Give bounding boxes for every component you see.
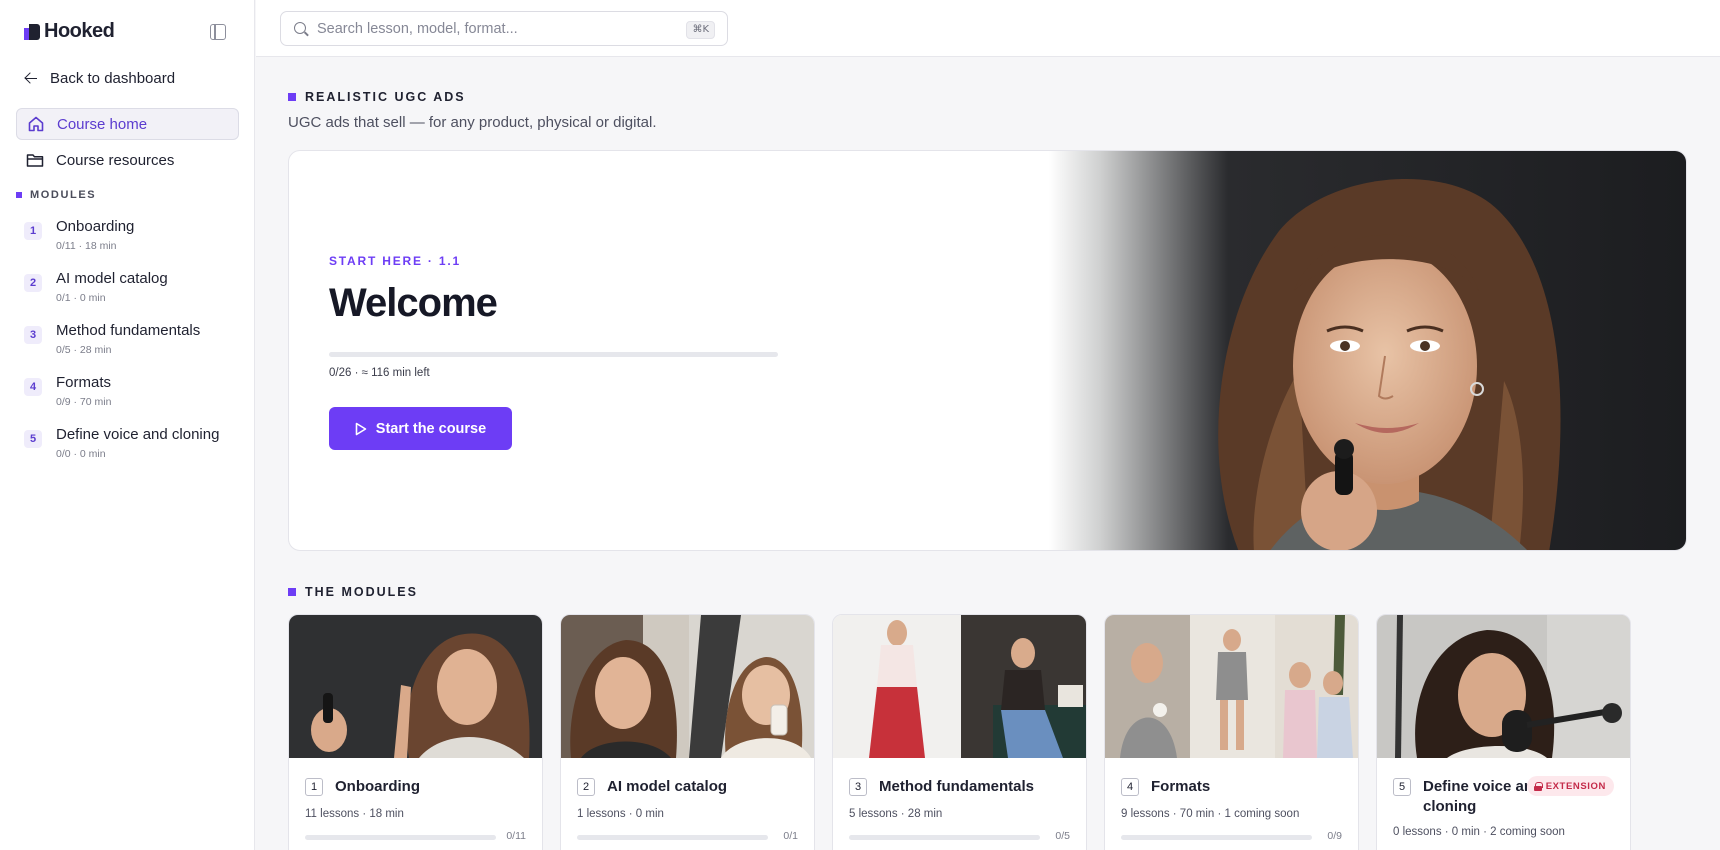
module-card[interactable]: 5 Define voice and cloning EXTENSION 0 l… (1376, 614, 1631, 850)
module-card[interactable]: 1 Onboarding 11 lessons · 18 min 0/11 (288, 614, 543, 850)
card-number: 4 (1121, 778, 1139, 796)
module-title: Define voice and cloning (56, 426, 220, 443)
extension-badge: EXTENSION (1526, 776, 1614, 796)
nav-label: Course home (57, 115, 148, 133)
card-meta: 0 lessons · 0 min · 2 coming soon (1393, 826, 1565, 838)
card-number: 5 (1393, 778, 1411, 796)
module-number: 2 (24, 274, 42, 292)
folder-icon (26, 154, 44, 167)
module-number: 1 (24, 222, 42, 240)
course-label: REALISTIC UGC ADS (288, 90, 466, 104)
card-progress-count: 0/1 (783, 830, 798, 842)
card-meta: 5 lessons · 28 min (849, 808, 943, 820)
search-shortcut-badge: ⌘K (686, 21, 715, 39)
course-subtitle: UGC ads that sell — for any product, phy… (288, 114, 657, 131)
course-progress-bar (329, 352, 778, 357)
search-icon (294, 22, 306, 34)
card-title: AI model catalog (607, 778, 728, 795)
card-title: Formats (1151, 778, 1211, 795)
card-progress-bar (577, 835, 768, 840)
modules-heading: MODULES (16, 189, 96, 201)
back-to-dashboard-link[interactable]: Back to dashboard (24, 70, 175, 87)
module-card[interactable]: 4 Formats 9 lessons · 70 min · 1 coming … (1104, 614, 1359, 850)
home-icon (28, 116, 44, 132)
card-progress-count: 0/9 (1327, 830, 1342, 842)
sidebar-module-item[interactable]: 5 Define voice and cloning 0/0 · 0 min (24, 426, 239, 470)
card-title: Method fundamentals (879, 778, 1035, 795)
sidebar-module-item[interactable]: 4 Formats 0/9 · 70 min (24, 374, 239, 418)
module-title: Method fundamentals (56, 322, 201, 339)
module-number: 4 (24, 378, 42, 396)
module-meta: 0/1 · 0 min (56, 292, 106, 304)
module-thumbnail (561, 615, 814, 758)
module-title: Formats (56, 374, 112, 391)
card-progress-count: 0/11 (506, 830, 526, 842)
card-title: Onboarding (335, 778, 420, 795)
card-progress-bar (1121, 835, 1312, 840)
progress-text: 0/26 · ≈ 116 min left (329, 367, 430, 379)
hero-eyebrow: START HERE · 1.1 (329, 254, 461, 268)
module-card[interactable]: 2 AI model catalog 1 lessons · 0 min 0/1 (560, 614, 815, 850)
modules-section-heading: THE MODULES (288, 585, 418, 599)
brand-logo[interactable]: Hooked (24, 20, 115, 43)
card-meta: 11 lessons · 18 min (305, 808, 404, 820)
nav-course-resources[interactable]: Course resources (16, 144, 239, 176)
card-number: 2 (577, 778, 595, 796)
card-progress-bar (849, 835, 1040, 840)
square-bullet-icon (288, 588, 296, 596)
nav-label: Course resources (56, 151, 175, 169)
sidebar-module-item[interactable]: 2 AI model catalog 0/1 · 0 min (24, 270, 239, 314)
card-meta: 9 lessons · 70 min · 1 coming soon (1121, 808, 1300, 820)
sidebar: Hooked Back to dashboard Course home Cou… (0, 0, 255, 850)
search-box[interactable]: ⌘K (280, 11, 728, 46)
card-title: Define voice and cloning (1423, 778, 1543, 815)
card-meta: 1 lessons · 0 min (577, 808, 664, 820)
card-number: 3 (849, 778, 867, 796)
back-link-label: Back to dashboard (50, 70, 176, 87)
module-title: Onboarding (56, 218, 135, 235)
sidebar-module-item[interactable]: 3 Method fundamentals 0/5 · 28 min (24, 322, 239, 366)
card-progress-bar (305, 835, 496, 840)
lock-icon (1533, 781, 1543, 791)
card-progress-count: 0/5 (1055, 830, 1070, 842)
module-number: 5 (24, 430, 42, 448)
square-bullet-icon (288, 93, 296, 101)
nav-course-home[interactable]: Course home (16, 108, 239, 140)
hero-title: Welcome (329, 281, 498, 325)
module-thumbnail (289, 615, 542, 758)
module-number: 3 (24, 326, 42, 344)
cta-label: Start the course (375, 420, 487, 437)
module-meta: 0/11 · 18 min (56, 240, 117, 252)
module-meta: 0/5 · 28 min (56, 344, 112, 356)
brand-name: Hooked (44, 20, 115, 42)
module-title: AI model catalog (56, 270, 168, 287)
module-meta: 0/0 · 0 min (56, 448, 106, 460)
logo-icon (24, 23, 40, 40)
top-bar: ⌘K (256, 0, 1720, 57)
start-course-button[interactable]: Start the course (329, 407, 512, 450)
module-thumbnail (833, 615, 1086, 758)
sidebar-toggle-icon[interactable] (210, 24, 226, 40)
hero-video-thumbnail[interactable] (1049, 151, 1686, 550)
module-meta: 0/9 · 70 min (56, 396, 112, 408)
module-thumbnail (1377, 615, 1630, 758)
search-input[interactable] (317, 18, 657, 40)
module-thumbnail (1105, 615, 1358, 758)
arrow-left-icon (24, 72, 38, 86)
card-number: 1 (305, 778, 323, 796)
sidebar-module-item[interactable]: 1 Onboarding 0/11 · 18 min (24, 218, 239, 262)
play-icon (355, 422, 367, 436)
module-card[interactable]: 3 Method fundamentals 5 lessons · 28 min… (832, 614, 1087, 850)
square-bullet-icon (16, 192, 22, 198)
hero-card: START HERE · 1.1 Welcome 0/26 · ≈ 116 mi… (288, 150, 1687, 551)
